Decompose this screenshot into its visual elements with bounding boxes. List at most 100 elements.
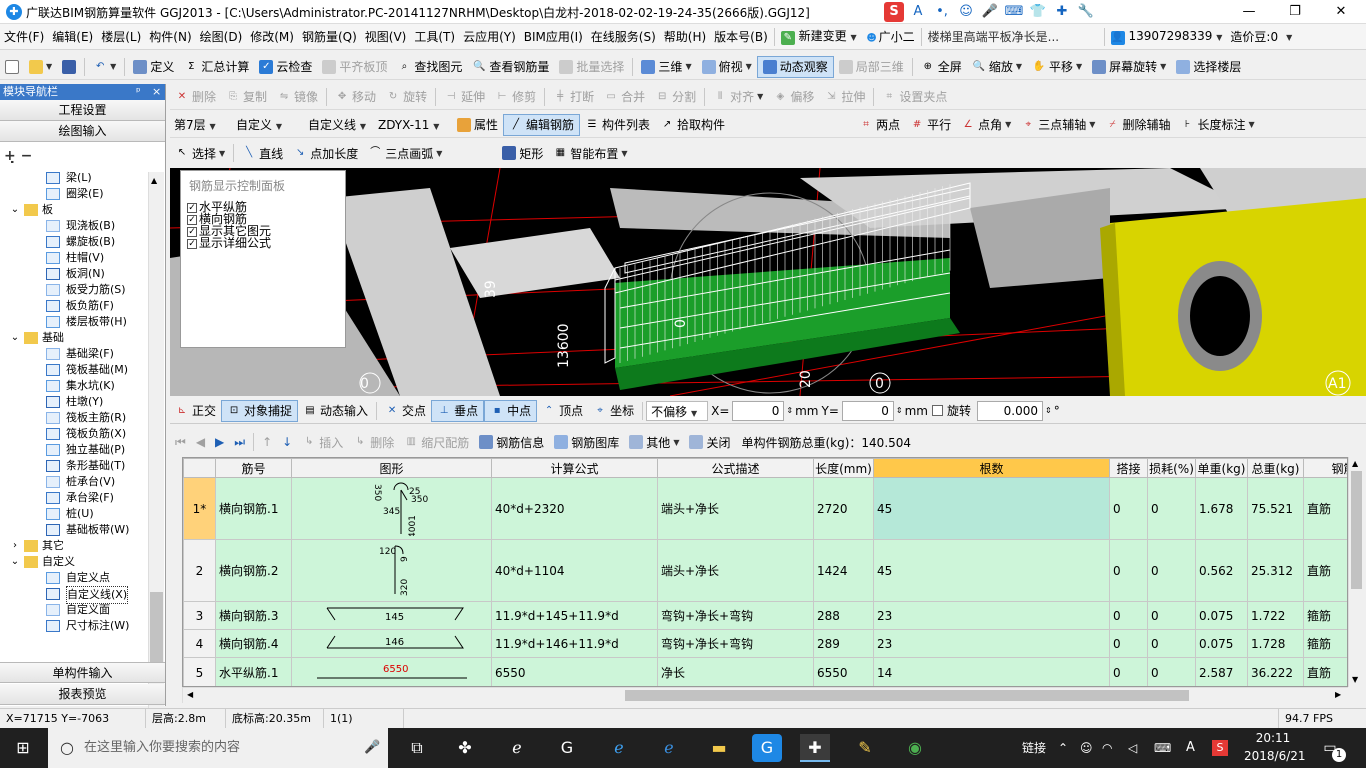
screen-rotate-button[interactable]: 屏幕旋转 ▼ [1087,56,1171,78]
extend-button[interactable]: ⊣ 延伸 [439,86,490,108]
faq-link[interactable]: 楼梯里高端平板净长是... [924,24,1102,50]
rotate-checkbox[interactable] [931,405,943,416]
tree-item[interactable]: 条形基础(T) [0,458,148,474]
collapse-icon[interactable]: ⌄ [8,204,22,216]
subtype-select[interactable]: 自定义线 ▼ [304,115,374,135]
grid-scroll-up-icon[interactable]: ▲ [1352,459,1358,468]
table-delete-button[interactable]: ↳ 删除 [348,431,399,453]
row-number[interactable]: 5 [183,657,216,686]
pin-icon[interactable]: ᵖ [136,84,141,100]
pinwheel-app-icon[interactable]: ✤ [450,734,480,762]
cell-length[interactable]: 2720 [813,477,874,540]
cell-lap[interactable]: 0 [1109,657,1148,686]
menu-online[interactable]: 在线服务(S) [587,24,660,50]
cell-length[interactable]: 288 [813,601,874,630]
menu-view[interactable]: 视图(V) [361,24,411,50]
row-number[interactable]: 4 [183,629,216,658]
component-list-button[interactable]: ☰ 构件列表 [580,114,655,136]
first-record-button[interactable]: ⏮ [170,431,191,453]
menu-edit[interactable]: 编辑(E) [48,24,97,50]
collapse-icon[interactable]: ⌄ [8,332,22,344]
cell-loss[interactable]: 0 [1147,477,1196,540]
cell-formula[interactable]: 6550 [491,657,658,686]
cell-length[interactable]: 289 [813,629,874,658]
coord-snap-button[interactable]: ⌖ 坐标 [588,400,639,422]
cell-lap[interactable]: 0 [1109,539,1148,602]
menu-component[interactable]: 构件(N) [145,24,195,50]
col-header-rownum[interactable] [183,458,216,478]
cell-shape[interactable]: 120 9 320 [291,539,492,602]
cell-count[interactable]: 45 [873,539,1110,602]
local-3d-button[interactable]: 局部三维 [834,56,909,78]
cell-loss[interactable]: 0 [1147,601,1196,630]
object-snap-button[interactable]: ⊡ 对象捕捉 [221,399,299,422]
point-length-button[interactable]: ↘ 点加长度 [288,142,363,164]
ime-toolbox-icon[interactable]: ✚ [1052,2,1072,22]
select-button[interactable]: ↖ 选择 ▼ [170,142,230,164]
tree-scrollbar[interactable]: ▲ ▼ [148,172,164,728]
cell-unit-weight[interactable]: 0.075 [1195,601,1248,630]
table-row[interactable]: 3 横向钢筋.3 145 11.9*d+145+11.9*d 弯钩+净长+弯钩 … [183,601,1347,630]
3d-button[interactable]: 三维 ▼ [636,56,696,78]
save-button[interactable] [57,56,81,78]
move-down-button[interactable]: ↓ [277,431,297,453]
tree-item[interactable]: 桩(U) [0,506,148,522]
ggj-active-icon[interactable]: ✚ [800,734,830,762]
tray-overflow-icon[interactable]: ⌃ [1058,728,1068,768]
grid-scroll-left-icon[interactable]: ◀ [187,690,193,699]
tray-clock-date[interactable]: 2018/6/21 [1244,749,1306,763]
menu-tools[interactable]: 工具(T) [410,24,459,50]
cell-shape[interactable]: 350 345 350 4001 25 [291,477,492,540]
prev-record-button[interactable]: ◀ [191,431,210,453]
task-view-icon[interactable]: ⧉ [402,734,432,762]
intersection-snap-button[interactable]: ✕ 交点 [380,400,431,422]
rebar-info-button[interactable]: 钢筋信息 [474,431,549,453]
table-row[interactable]: 2 横向钢筋.2 120 9 320 40*d+1104 端头+净长 1424 [183,539,1347,602]
next-record-button[interactable]: ▶ [210,431,229,453]
menu-bim[interactable]: BIM应用(I) [520,24,587,50]
line-button[interactable]: ╲ 直线 [237,142,288,164]
cell-desc[interactable]: 弯钩+净长+弯钩 [657,601,814,630]
cell-formula[interactable]: 40*d+2320 [491,477,658,540]
tree-item[interactable]: 自定义点 [0,570,148,586]
tray-volume-icon[interactable]: ◁ [1128,728,1137,768]
edit-rebar-button[interactable]: ╱ 编辑钢筋 [503,113,581,136]
x-spinner[interactable]: ⇕ [784,406,795,415]
collapse-all-icon[interactable]: − [21,148,33,164]
insert-button[interactable]: ↳ 插入 [297,431,348,453]
menu-draw[interactable]: 绘图(D) [196,24,247,50]
cell-unit-weight[interactable]: 0.562 [1195,539,1248,602]
tree-item[interactable]: 桩承台(V) [0,474,148,490]
col-header-loss[interactable]: 损耗(%) [1147,458,1196,478]
menu-cloud[interactable]: 云应用(Y) [459,24,520,50]
col-header-formula[interactable]: 计算公式 [491,458,658,478]
ime-punct-icon[interactable]: •, [932,2,952,22]
cell-desc[interactable]: 端头+净长 [657,477,814,540]
offset-mode-select[interactable]: 不偏移 ▼ [646,400,709,421]
cell-lap[interactable]: 0 [1109,601,1148,630]
x-input[interactable]: 0 [732,400,785,421]
edge-browser-icon[interactable]: ℯ [502,734,532,762]
cell-bar-no[interactable]: 横向钢筋.2 [215,539,292,602]
tree-item[interactable]: 板洞(N) [0,266,148,282]
cell-desc[interactable]: 净长 [657,657,814,686]
maximize-button[interactable]: ❐ [1272,0,1318,24]
move-up-button[interactable]: ↑ [257,431,277,453]
collapse-icon[interactable]: ⌄ [8,556,22,568]
single-component-input-button[interactable]: 单构件输入 [0,662,165,683]
taskbar-search-box[interactable]: ○ 在这里输入你要搜索的内容 🎤 [48,728,388,768]
sogou-ime-icon[interactable]: S [884,2,904,22]
copy-button[interactable]: ⎘ 复制 [221,86,272,108]
y-spinner[interactable]: ⇕ [894,406,905,415]
tree-item[interactable]: ⌄ 自定义 [0,554,148,570]
three-point-axis-button[interactable]: ⌖ 三点辅轴 ▼ [1016,114,1100,136]
pan-button[interactable]: ✋ 平移 ▼ [1027,56,1087,78]
tree-item[interactable]: 筏板主筋(R) [0,410,148,426]
component-code-select[interactable]: ZDYX-11 ▼ [374,115,452,135]
minimize-button[interactable]: — [1226,0,1272,24]
glodon-app-icon[interactable]: G [552,734,582,762]
scale-rebar-button[interactable]: ▥ 缩尺配筋 [399,431,474,453]
cell-total-weight[interactable]: 75.521 [1247,477,1304,540]
tree-item[interactable]: 板负筋(F) [0,298,148,314]
delete-button[interactable]: ✕ 删除 [170,86,221,108]
